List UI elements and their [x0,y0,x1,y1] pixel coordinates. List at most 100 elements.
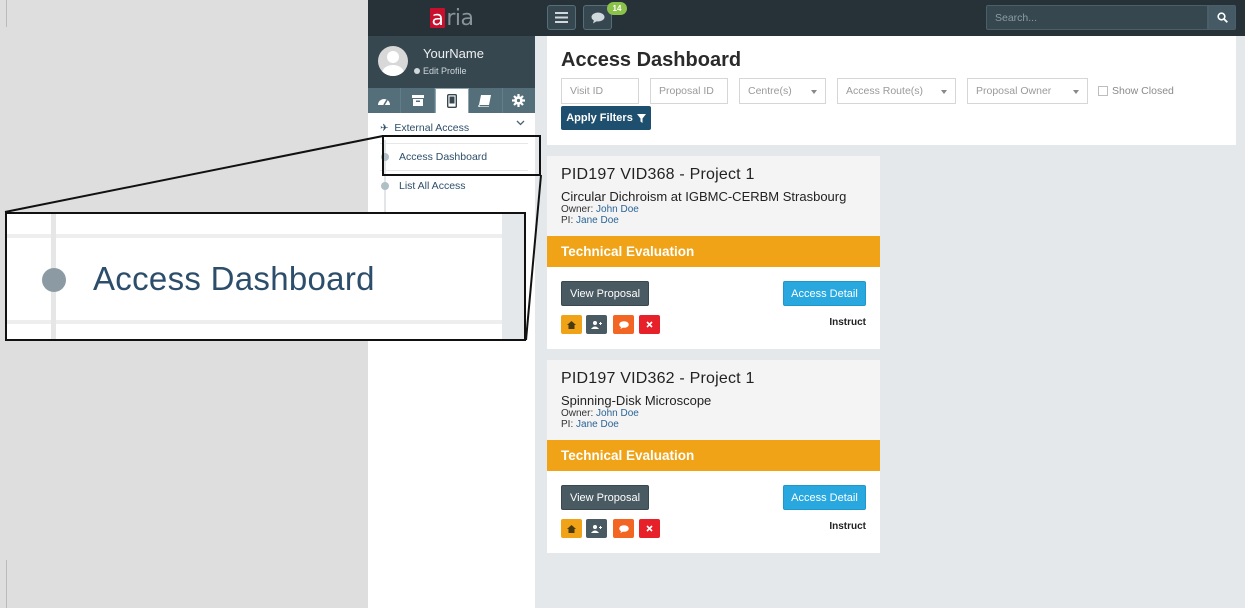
tab-access[interactable] [434,88,470,113]
card-owner: Owner: John Doe [561,204,866,215]
add-user-icon [591,320,602,329]
show-closed-label: Show Closed [1112,85,1174,97]
filter-panel: Access Dashboard Centre(s) Access Route(… [547,36,1236,145]
card-subtitle: Circular Dichroism at IGBMC-CERBM Strasb… [561,189,847,204]
owner-link[interactable]: John Doe [596,204,639,215]
comments-icon [591,12,604,23]
tab-archive[interactable] [401,88,435,113]
zoom-label: Access Dashboard [93,260,375,297]
close-button[interactable] [639,519,660,538]
card-header: PID197 VID362 - Project 1 Spinning-Disk … [547,360,880,440]
dashboard-icon [378,98,391,105]
gear-icon [512,94,526,107]
card-title: PID197 VID362 - Project 1 [561,370,755,387]
caret-down-icon [1073,90,1079,94]
brand-bar: a ria [368,0,535,36]
plane-icon: ✈ [380,122,389,134]
messages-count-badge: 14 [607,2,627,15]
top-navbar: 14 [535,0,1245,36]
access-route-select-label: Access Route(s) [846,85,924,97]
caret-down-icon [941,90,947,94]
access-detail-button[interactable]: Access Detail [783,281,866,306]
logo-mark: a [429,6,446,30]
access-detail-button[interactable]: Access Detail [783,485,866,510]
view-proposal-button[interactable]: View Proposal [561,281,649,306]
tab-book[interactable] [469,88,503,113]
sidebar-tabs [368,88,535,113]
zoom-divider [7,234,502,238]
sidebar-item-label: List All Access [399,180,466,192]
card-header: PID197 VID368 - Project 1 Circular Dichr… [547,156,880,236]
tab-settings[interactable] [503,88,535,113]
card-body: View Proposal Access Detail Instruct [547,471,880,553]
close-icon [646,321,653,328]
add-user-button[interactable] [586,315,607,334]
comment-icon [618,524,629,533]
window-edge-bottom [0,560,7,608]
instruct-label: Instruct [829,521,866,532]
apply-filters-label: Apply Filters [566,112,633,124]
zoom-background-strip [502,214,524,339]
profile-name[interactable]: YourName [423,46,484,61]
menu-toggle-button[interactable] [547,5,576,30]
home-button[interactable] [561,519,582,538]
book-icon [478,94,492,107]
centre-select[interactable]: Centre(s) [739,78,826,104]
instruct-label: Instruct [829,317,866,328]
zoom-bullet-icon [42,268,66,292]
edit-profile-label: Edit Profile [423,66,467,76]
view-proposal-button[interactable]: View Proposal [561,485,649,510]
card-title: PID197 VID368 - Project 1 [561,166,755,183]
comment-button[interactable] [613,519,634,538]
caret-down-icon [811,90,817,94]
logo-text: ria [446,5,474,31]
pi-link[interactable]: Jane Doe [576,215,619,226]
home-icon [567,320,576,329]
card-pi: PI: Jane Doe [561,215,866,226]
search-input[interactable] [986,5,1208,30]
show-closed-checkbox[interactable]: Show Closed [1098,85,1174,97]
owner-label: Owner: [561,204,594,215]
zoom-divider [7,320,502,324]
apply-filters-button[interactable]: Apply Filters [561,106,651,130]
highlight-box [382,135,541,176]
pi-link[interactable]: Jane Doe [576,419,619,430]
owner-label: Owner: [561,408,594,419]
edit-profile-link[interactable]: Edit Profile [414,66,467,76]
comment-button[interactable] [613,315,634,334]
card-body: View Proposal Access Detail Instruct [547,267,880,349]
tab-dashboard[interactable] [368,88,402,113]
add-user-button[interactable] [586,519,607,538]
card-owner: Owner: John Doe [561,408,866,419]
comment-icon [618,320,629,329]
profile-panel: YourName Edit Profile [368,36,535,88]
menu-section-label: External Access [394,122,470,134]
home-button[interactable] [561,315,582,334]
filter-icon [636,113,646,123]
gear-small-icon [414,68,420,74]
avatar[interactable] [378,46,408,76]
aria-logo[interactable]: a ria [429,5,474,31]
search-button[interactable] [1208,5,1236,30]
close-button[interactable] [639,315,660,334]
sidebar-item-list-all-access[interactable]: List All Access [380,172,528,200]
search-icon [1216,12,1228,23]
zoom-callout: Access Dashboard [5,212,526,341]
owner-link[interactable]: John Doe [596,408,639,419]
bullet-icon [381,182,389,190]
proposal-owner-select[interactable]: Proposal Owner [967,78,1088,104]
pi-label: PI: [561,419,574,430]
close-icon [646,525,653,532]
archive-icon [411,95,424,106]
add-user-icon [591,524,602,533]
card-subtitle: Spinning-Disk Microscope [561,393,712,408]
main-content: Access Dashboard Centre(s) Access Route(… [535,36,1245,608]
access-card: PID197 VID368 - Project 1 Circular Dichr… [547,156,880,349]
visit-id-input[interactable] [561,78,639,104]
access-route-select[interactable]: Access Route(s) [837,78,956,104]
chevron-down-icon [516,120,525,126]
card-pi: PI: Jane Doe [561,419,866,430]
window-edge-top [0,0,7,27]
checkbox-box[interactable] [1098,86,1108,96]
proposal-id-input[interactable] [650,78,728,104]
